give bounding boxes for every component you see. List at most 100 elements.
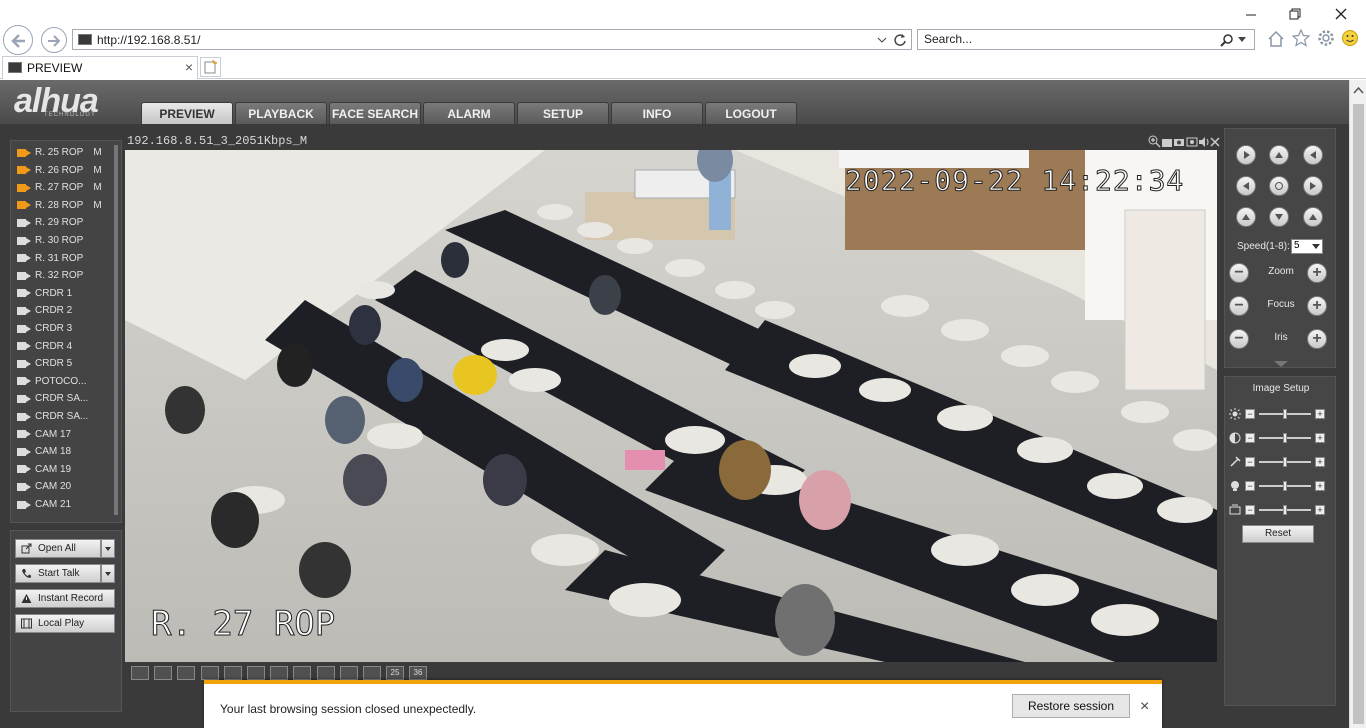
tab-setup[interactable]: SETUP — [517, 102, 609, 124]
ptz-left-button[interactable] — [1236, 176, 1256, 196]
favorites-star-icon[interactable] — [1292, 29, 1310, 47]
contrast-minus[interactable]: − — [1245, 433, 1255, 443]
channel-item[interactable]: R. 30 ROP — [17, 232, 83, 249]
layout-9-button[interactable] — [317, 666, 335, 680]
ptz-down-left-button[interactable] — [1236, 207, 1256, 227]
sharpness-plus[interactable]: + — [1315, 505, 1325, 515]
channel-item[interactable]: CRDR SA... — [17, 408, 88, 425]
sharpness-slider[interactable]: − + — [1229, 503, 1333, 517]
layout-16-button[interactable] — [340, 666, 358, 680]
layout-4-button[interactable] — [247, 666, 265, 680]
tab-close-icon[interactable]: × — [185, 59, 193, 75]
close-window-icon[interactable] — [1333, 6, 1349, 22]
sharpness-minus[interactable]: − — [1245, 505, 1255, 515]
channel-item[interactable]: CRDR 4 — [17, 338, 72, 355]
brightness-plus[interactable]: + — [1315, 409, 1325, 419]
zoom-plus-button[interactable]: + — [1307, 263, 1327, 283]
channel-item[interactable]: CRDR 3 — [17, 320, 72, 337]
channel-item[interactable]: R. 27 ROP M — [17, 179, 102, 196]
layout-8-button[interactable] — [293, 666, 311, 680]
collapse-arrow-icon[interactable] — [1274, 361, 1288, 368]
start-talk-dropdown[interactable] — [101, 564, 115, 583]
minimize-icon[interactable] — [1243, 6, 1259, 22]
open-all-button[interactable]: Open All — [15, 539, 101, 558]
tab-face-search[interactable]: FACE SEARCH — [329, 102, 421, 124]
restore-session-button[interactable]: Restore session — [1012, 694, 1130, 718]
restore-window-icon[interactable] — [1287, 6, 1303, 22]
ptz-up-button[interactable] — [1269, 145, 1289, 165]
layout-bar-button[interactable] — [201, 666, 219, 680]
focus-minus-button[interactable]: − — [1229, 296, 1249, 316]
brightness-knob[interactable] — [1283, 409, 1287, 419]
ptz-up-left-button[interactable] — [1236, 145, 1256, 165]
hue-knob[interactable] — [1283, 481, 1287, 491]
channel-item[interactable]: R. 25 ROP M — [17, 144, 102, 161]
new-tab-button[interactable] — [200, 57, 221, 77]
channel-item[interactable]: CRDR 1 — [17, 285, 72, 302]
channel-item[interactable]: CAM 19 — [17, 461, 71, 478]
channel-item[interactable]: R. 26 ROP M — [17, 162, 102, 179]
iris-minus-button[interactable]: − — [1229, 329, 1249, 349]
layout-36-button[interactable]: 36 — [409, 666, 427, 680]
saturation-slider[interactable]: − + — [1229, 455, 1333, 469]
channel-item[interactable]: POTOCO... — [17, 373, 87, 390]
tab-info[interactable]: INFO — [611, 102, 703, 124]
reset-button[interactable]: Reset — [1242, 525, 1314, 543]
open-all-dropdown[interactable] — [101, 539, 115, 558]
address-bar[interactable]: http://192.168.8.51/ — [72, 29, 912, 50]
hue-minus[interactable]: − — [1245, 481, 1255, 491]
tab-logout[interactable]: LOGOUT — [705, 102, 797, 124]
snapshot-icon[interactable] — [1161, 136, 1173, 148]
tab-alarm[interactable]: ALARM — [423, 102, 515, 124]
notification-close-icon[interactable]: × — [1140, 698, 1149, 716]
address-dropdown-icon[interactable] — [877, 36, 887, 44]
layout-25-button[interactable]: 25 — [386, 666, 404, 680]
home-icon[interactable] — [1267, 30, 1285, 48]
zoom-minus-button[interactable]: − — [1229, 263, 1249, 283]
channel-item[interactable]: CAM 21 — [17, 496, 71, 513]
zoom-in-icon[interactable] — [1148, 135, 1161, 148]
audio-icon[interactable] — [1198, 136, 1210, 148]
brightness-slider[interactable]: − + — [1229, 407, 1333, 421]
sharpness-knob[interactable] — [1283, 505, 1287, 515]
layout-stretch-button[interactable] — [131, 666, 149, 680]
search-dropdown-icon[interactable] — [1238, 37, 1246, 43]
layout-fit-button[interactable] — [154, 666, 172, 680]
close-video-icon[interactable] — [1210, 137, 1220, 147]
camera-icon[interactable] — [1173, 136, 1185, 148]
saturation-plus[interactable]: + — [1315, 457, 1325, 467]
channel-item[interactable]: R. 29 ROP — [17, 214, 83, 231]
start-talk-button[interactable]: Start Talk — [15, 564, 101, 583]
tab-playback[interactable]: PLAYBACK — [235, 102, 327, 124]
ptz-down-right-button[interactable] — [1303, 207, 1323, 227]
local-play-button[interactable]: Local Play — [15, 614, 115, 633]
channel-item[interactable]: CRDR 2 — [17, 302, 72, 319]
channel-list-scrollbar[interactable] — [114, 145, 118, 515]
ptz-auto-button[interactable] — [1269, 176, 1289, 196]
channel-item[interactable]: CRDR SA... — [17, 390, 88, 407]
scrollbar-thumb[interactable] — [1353, 104, 1364, 724]
search-box[interactable] — [917, 29, 1255, 50]
instant-record-button[interactable]: Instant Record — [15, 589, 115, 608]
layout-1-button[interactable] — [224, 666, 242, 680]
ptz-right-button[interactable] — [1303, 176, 1323, 196]
back-button[interactable] — [3, 25, 33, 55]
channel-item[interactable]: CRDR 5 — [17, 355, 72, 372]
focus-plus-button[interactable]: + — [1307, 296, 1327, 316]
saturation-knob[interactable] — [1283, 457, 1287, 467]
tab-preview[interactable]: PREVIEW — [141, 102, 233, 124]
ptz-up-right-button[interactable] — [1303, 145, 1323, 165]
scroll-up-icon[interactable] — [1353, 86, 1364, 94]
channel-item[interactable]: CAM 18 — [17, 443, 71, 460]
hue-plus[interactable]: + — [1315, 481, 1325, 491]
forward-button[interactable] — [41, 27, 67, 53]
contrast-slider[interactable]: − + — [1229, 431, 1333, 445]
hue-slider[interactable]: − + — [1229, 479, 1333, 493]
contrast-plus[interactable]: + — [1315, 433, 1325, 443]
contrast-knob[interactable] — [1283, 433, 1287, 443]
brightness-minus[interactable]: − — [1245, 409, 1255, 419]
iris-plus-button[interactable]: + — [1307, 329, 1327, 349]
search-icon[interactable] — [1220, 33, 1234, 47]
ptz-down-button[interactable] — [1269, 207, 1289, 227]
channel-item[interactable]: R. 28 ROP M — [17, 197, 102, 214]
